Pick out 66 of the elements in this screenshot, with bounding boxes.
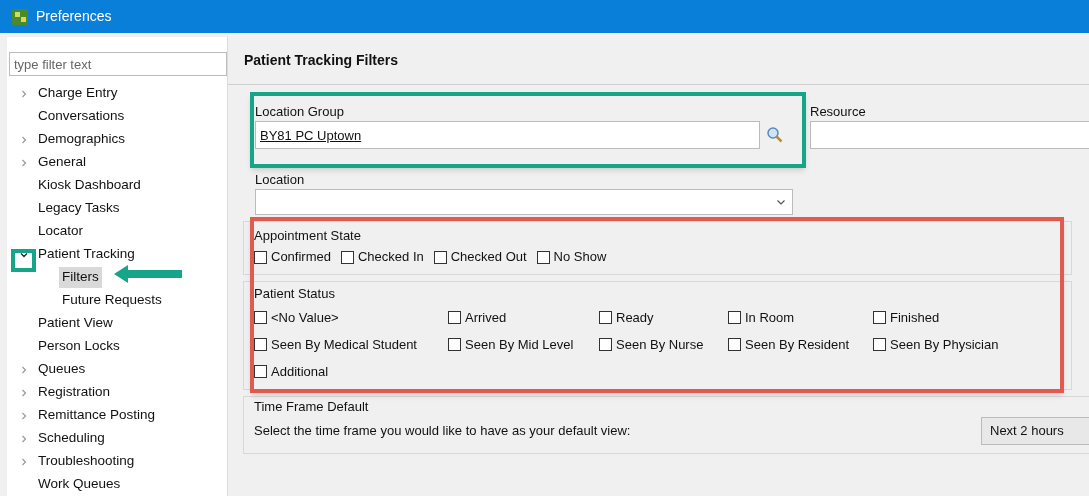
tree-item[interactable]: Kiosk Dashboard (35, 175, 144, 196)
checkbox-label: Additional (271, 363, 329, 381)
checkbox[interactable] (536, 250, 550, 264)
field-label: Location Group (255, 103, 344, 121)
filter-field[interactable]: type filter text (9, 52, 227, 76)
tree-item[interactable]: Demographics (35, 129, 129, 150)
checkbox[interactable] (448, 338, 461, 351)
field-label: Location (255, 171, 305, 189)
tree-item[interactable]: Person Locks (35, 336, 123, 357)
group-title: Time Frame Default (254, 398, 370, 416)
annotation-arrow (112, 263, 184, 285)
checkbox-label: Confirmed (271, 248, 331, 266)
tree-item[interactable]: Patient View (35, 313, 116, 334)
checkbox[interactable] (254, 250, 267, 264)
checkbox[interactable] (873, 311, 886, 324)
group-title: Patient Status (254, 285, 336, 303)
checkbox-label: Seen By Nurse (616, 336, 704, 354)
checkbox-label: Finished (890, 309, 940, 327)
checkbox-label: No Show (553, 248, 607, 266)
checkbox-label: Seen By Resident (745, 336, 850, 354)
tree-item[interactable]: Queues (35, 359, 89, 380)
field-label: Resource (810, 103, 866, 121)
checkbox[interactable] (873, 338, 886, 351)
location-group-field[interactable]: BY81 PC Uptown (255, 121, 760, 149)
time-frame-prompt: Select the time frame you would like to have as your default view: (254, 422, 631, 441)
tree-item[interactable]: Scheduling (35, 428, 108, 449)
tree-item[interactable]: Filters (59, 267, 102, 288)
checkbox-label: Seen By Mid Level (465, 336, 574, 354)
checkbox-label: Arrived (465, 309, 507, 327)
tree-item[interactable]: Locator (35, 221, 87, 242)
checkbox-label: Checked In (357, 248, 424, 266)
tree-item[interactable]: Conversations (35, 106, 128, 127)
tree-item[interactable]: Legacy Tasks (35, 198, 123, 219)
checkbox[interactable] (254, 338, 267, 351)
checkbox-label: <No Value> (271, 309, 339, 327)
chevron-down-icon (776, 197, 786, 207)
annotation-frame (11, 249, 36, 272)
checkbox[interactable] (728, 311, 741, 324)
tree-item[interactable]: Patient Tracking (35, 244, 138, 265)
group-title: Appointment State (254, 227, 362, 245)
checkbox-label: Ready (616, 309, 654, 327)
window-title: Preferences (36, 7, 112, 26)
app-icon (12, 8, 28, 25)
checkbox-label: Seen By Medical Student (271, 336, 417, 354)
checkbox-label: In Room (745, 309, 795, 327)
time-frame-dropdown[interactable]: Next 2 hours (981, 417, 1089, 445)
checkbox[interactable] (448, 311, 461, 324)
search-icon[interactable] (766, 126, 784, 144)
tree-item[interactable]: Work Queues (35, 474, 124, 495)
resource-field[interactable] (810, 121, 1089, 149)
checkbox-label: Seen By Physician (890, 336, 999, 354)
tree-item[interactable]: General (35, 152, 90, 173)
tree-item[interactable]: Troubleshooting (35, 451, 138, 472)
checkbox[interactable] (433, 250, 447, 264)
checkbox[interactable] (254, 365, 267, 378)
checkbox[interactable] (728, 338, 741, 351)
checkbox[interactable] (599, 311, 612, 324)
tree-item[interactable]: Registration (35, 382, 114, 403)
tree-item[interactable]: Future Requests (59, 290, 165, 311)
tree-item[interactable]: Charge Entry (35, 83, 121, 104)
tree-item[interactable]: Remittance Posting (35, 405, 159, 426)
checkbox[interactable] (340, 250, 354, 264)
checkbox-label: Checked Out (450, 248, 527, 266)
checkbox[interactable] (254, 311, 267, 324)
page-title: Patient Tracking Filters (244, 51, 399, 70)
checkbox[interactable] (599, 338, 612, 351)
